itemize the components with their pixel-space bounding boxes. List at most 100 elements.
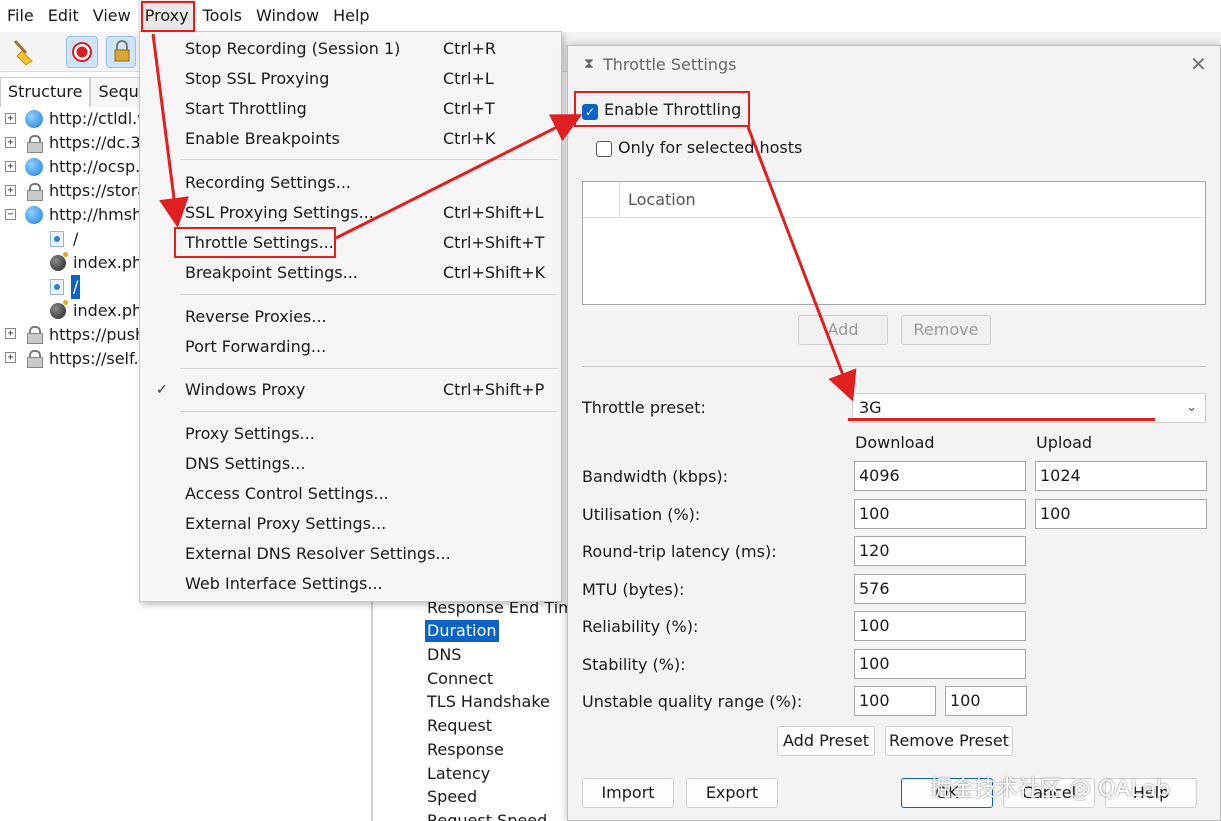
bandwidth-download-input[interactable]: 4096 <box>854 461 1026 491</box>
broom-icon[interactable] <box>6 36 38 68</box>
menu-item-stop-recording[interactable]: Stop Recording (Session 1) Ctrl+R <box>140 35 561 63</box>
import-button[interactable]: Import <box>582 778 674 808</box>
menu-item-stop-ssl-proxying[interactable]: Stop SSL Proxying Ctrl+L <box>140 65 561 93</box>
timing-list: Response End Time Duration DNS Connect T… <box>372 598 584 821</box>
ssl-lock-icon[interactable] <box>106 36 136 68</box>
menu-item-breakpoint-settings[interactable]: Breakpoint Settings... Ctrl+Shift+K <box>140 259 561 287</box>
menu-tools[interactable]: Tools <box>196 0 249 32</box>
menu-item-proxy-settings[interactable]: Proxy Settings... <box>140 420 561 448</box>
watermark: 掘金技术社区 @ QALab <box>930 777 1171 802</box>
expand-icon[interactable]: + <box>5 137 16 148</box>
bomb-icon <box>50 300 68 319</box>
utilisation-download-input[interactable]: 100 <box>854 499 1026 529</box>
menu-help[interactable]: Help <box>326 0 376 32</box>
menu-item-enable-breakpoints[interactable]: Enable Breakpoints Ctrl+K <box>140 125 561 153</box>
tree-item-host[interactable]: http://ctldl.w <box>49 107 150 131</box>
menu-window[interactable]: Window <box>249 0 326 32</box>
close-icon[interactable]: ✕ <box>1190 52 1207 76</box>
expand-icon[interactable]: + <box>5 185 16 196</box>
divider <box>582 366 1206 367</box>
lock-icon <box>26 350 43 368</box>
menu-item-start-throttling[interactable]: Start Throttling Ctrl+T <box>140 95 561 123</box>
menu-item-windows-proxy[interactable]: ✓ Windows Proxy Ctrl+Shift+P <box>140 376 561 404</box>
tree-item-host[interactable]: https://self. <box>49 347 139 371</box>
unstable-min-input[interactable]: 100 <box>854 686 936 716</box>
list-item[interactable]: Latency <box>427 763 490 785</box>
tree-item-path[interactable]: index.ph <box>73 299 142 323</box>
remove-button[interactable]: Remove <box>901 315 991 345</box>
enable-throttling-checkbox[interactable]: ✓ <box>582 104 598 120</box>
add-preset-button[interactable]: Add Preset <box>777 726 875 756</box>
list-item[interactable]: Connect <box>427 668 493 690</box>
list-item[interactable]: Speed <box>427 786 477 808</box>
throttle-settings-dialog: ⧗ Throttle Settings ✕ ✓ Enable Throttlin… <box>567 45 1221 821</box>
menu-bar: File Edit View Proxy Tools Window Help <box>0 0 1221 32</box>
tree-item-host[interactable]: https://dc.3 <box>49 131 141 155</box>
mtu-label: MTU (bytes): <box>582 580 685 599</box>
reliability-input[interactable]: 100 <box>854 611 1026 641</box>
menu-proxy[interactable]: Proxy <box>137 0 196 32</box>
globe-icon <box>25 158 43 176</box>
lock-icon <box>26 183 43 201</box>
menu-file[interactable]: File <box>0 0 41 32</box>
menu-item-throttle-settings[interactable]: Throttle Settings... Ctrl+Shift+T <box>140 229 561 257</box>
bandwidth-upload-input[interactable]: 1024 <box>1035 461 1207 491</box>
mtu-input[interactable]: 576 <box>854 574 1026 604</box>
location-column-header[interactable]: Location <box>628 190 696 209</box>
unstable-range-label: Unstable quality range (%): <box>582 692 803 711</box>
add-button[interactable]: Add <box>798 315 888 345</box>
menu-item-reverse-proxies[interactable]: Reverse Proxies... <box>140 303 561 331</box>
lock-icon <box>26 135 43 153</box>
tree-item-host[interactable]: http://ocsp. <box>49 155 140 179</box>
tree-item-host[interactable]: https://push <box>49 323 145 347</box>
tree-item-host[interactable]: https://stora <box>49 179 147 203</box>
menu-item-external-dns-resolver-settings[interactable]: External DNS Resolver Settings... <box>140 540 561 568</box>
tree-item-host[interactable]: http://hmsh <box>49 203 142 227</box>
globe-icon <box>25 110 43 128</box>
export-button[interactable]: Export <box>686 778 778 808</box>
list-item[interactable]: TLS Handshake <box>427 691 550 713</box>
checkmark-icon: ✓ <box>156 382 168 398</box>
tree-item-path[interactable]: index.ph <box>73 251 142 275</box>
enable-throttling-label[interactable]: Enable Throttling <box>604 100 741 119</box>
menu-view[interactable]: View <box>86 0 138 32</box>
bomb-icon <box>50 252 68 271</box>
list-item[interactable]: Response <box>427 739 504 761</box>
list-item[interactable]: Request <box>427 715 492 737</box>
preset-value: 3G <box>859 398 882 417</box>
table-header-divider <box>583 217 1205 218</box>
unstable-max-input[interactable]: 100 <box>945 686 1027 716</box>
latency-input[interactable]: 120 <box>854 536 1026 566</box>
tree-item-path-selected[interactable]: / <box>71 275 81 299</box>
tree-item-path[interactable]: / <box>73 227 78 251</box>
only-selected-hosts-checkbox[interactable] <box>596 141 612 157</box>
tab-structure[interactable]: Structure <box>0 77 91 107</box>
expand-icon[interactable]: + <box>5 113 16 124</box>
lock-icon <box>26 326 43 344</box>
menu-edit[interactable]: Edit <box>41 0 86 32</box>
upload-header: Upload <box>1036 433 1093 452</box>
location-table[interactable]: Location <box>582 181 1206 305</box>
expand-icon[interactable]: + <box>5 352 16 363</box>
expand-icon[interactable]: + <box>5 328 16 339</box>
page-icon <box>50 231 64 247</box>
menu-item-recording-settings[interactable]: Recording Settings... <box>140 169 561 197</box>
menu-item-external-proxy-settings[interactable]: External Proxy Settings... <box>140 510 561 538</box>
menu-item-port-forwarding[interactable]: Port Forwarding... <box>140 333 561 361</box>
menu-item-ssl-proxying-settings[interactable]: SSL Proxying Settings... Ctrl+Shift+L <box>140 199 561 227</box>
list-item[interactable]: DNS <box>427 644 461 666</box>
stability-input[interactable]: 100 <box>854 649 1026 679</box>
menu-item-dns-settings[interactable]: DNS Settings... <box>140 450 561 478</box>
only-selected-hosts-label[interactable]: Only for selected hosts <box>618 138 802 157</box>
latency-label: Round-trip latency (ms): <box>582 542 777 561</box>
utilisation-upload-input[interactable]: 100 <box>1035 499 1207 529</box>
expand-icon[interactable]: + <box>5 161 16 172</box>
list-item[interactable]: Request Speed <box>427 810 547 821</box>
list-item-selected[interactable]: Duration <box>425 620 499 642</box>
remove-preset-button[interactable]: Remove Preset <box>885 726 1013 756</box>
globe-icon <box>25 206 43 224</box>
collapse-icon[interactable]: − <box>5 209 16 220</box>
menu-item-web-interface-settings[interactable]: Web Interface Settings... <box>140 570 561 598</box>
record-button[interactable] <box>66 36 98 68</box>
menu-item-access-control-settings[interactable]: Access Control Settings... <box>140 480 561 508</box>
